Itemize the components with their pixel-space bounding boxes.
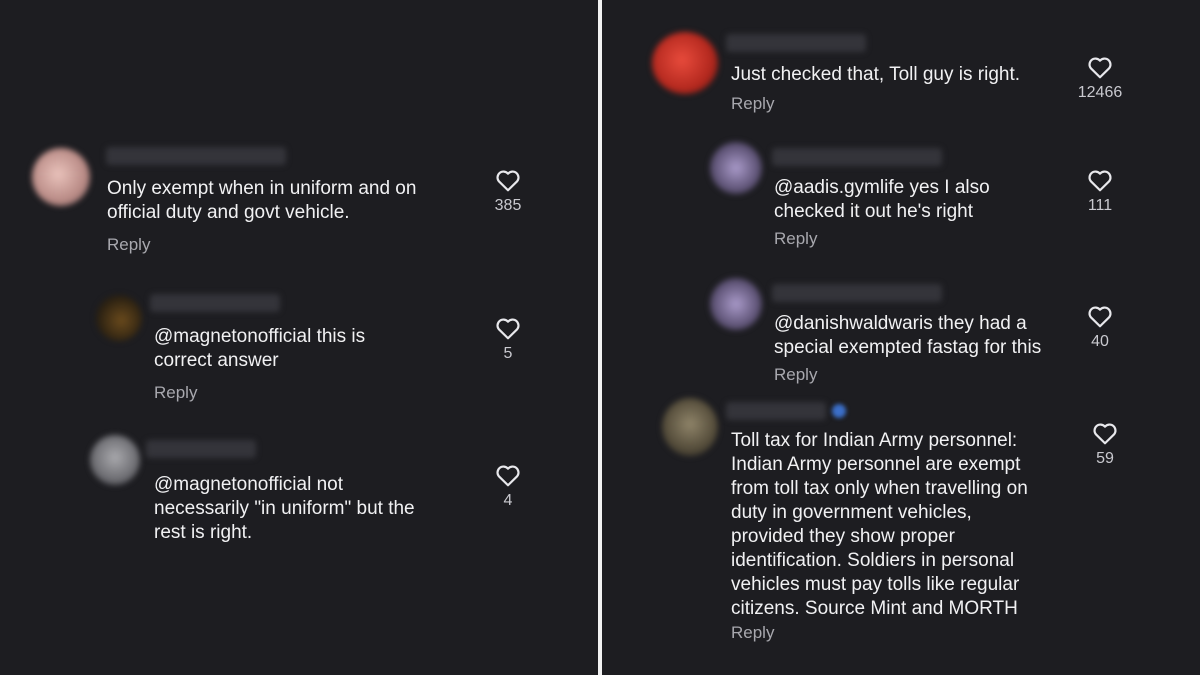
- avatar[interactable]: [90, 435, 140, 485]
- verified-badge-icon: [832, 404, 846, 418]
- reply-button[interactable]: Reply: [731, 623, 774, 643]
- like-count: 40: [1091, 333, 1109, 350]
- comment-text: Only exempt when in uniform and on offic…: [107, 178, 417, 223]
- like-count: 4: [503, 492, 513, 509]
- avatar[interactable]: [96, 295, 142, 341]
- avatar[interactable]: [710, 142, 762, 194]
- reply-button[interactable]: Reply: [107, 235, 150, 255]
- heart-outline-icon: [496, 465, 520, 487]
- right-screenshot-panel: Just checked that, Toll guy is right. Re…: [602, 0, 1200, 675]
- username-blurred[interactable]: [726, 402, 826, 420]
- like-button[interactable]: 111: [1070, 168, 1130, 216]
- username-blurred[interactable]: [772, 148, 942, 166]
- like-count: 59: [1096, 450, 1114, 467]
- heart-outline-icon: [1088, 170, 1112, 192]
- comment-text: @magnetonofficial not necessarily "in un…: [154, 474, 415, 543]
- reply-button[interactable]: Reply: [154, 383, 197, 403]
- username-blurred[interactable]: [772, 284, 942, 302]
- username-blurred[interactable]: [146, 440, 256, 458]
- like-button[interactable]: 12466: [1070, 55, 1130, 103]
- like-button[interactable]: 4: [478, 463, 538, 511]
- like-button[interactable]: 59: [1075, 421, 1135, 469]
- avatar[interactable]: [710, 278, 762, 330]
- left-screenshot-panel: Only exempt when in uniform and on offic…: [0, 0, 598, 675]
- like-count: 12466: [1077, 84, 1123, 101]
- username-blurred[interactable]: [726, 34, 866, 52]
- heart-outline-icon: [496, 318, 520, 340]
- like-button[interactable]: 5: [478, 316, 538, 364]
- like-button[interactable]: 40: [1070, 304, 1130, 352]
- comment-text: @magnetonofficial this is correct answer: [154, 326, 366, 371]
- like-count: 111: [1087, 197, 1113, 214]
- heart-outline-icon: [1093, 423, 1117, 445]
- like-count: 5: [503, 345, 513, 362]
- comment-text: @danishwaldwaris they had a special exem…: [774, 313, 1042, 358]
- like-count: 385: [494, 197, 522, 214]
- avatar[interactable]: [662, 398, 718, 456]
- heart-outline-icon: [496, 170, 520, 192]
- avatar[interactable]: [652, 32, 718, 94]
- username-blurred[interactable]: [106, 147, 286, 165]
- reply-button[interactable]: Reply: [731, 94, 774, 114]
- username-blurred[interactable]: [150, 294, 280, 312]
- reply-button[interactable]: Reply: [774, 229, 817, 249]
- avatar[interactable]: [32, 148, 90, 206]
- like-button[interactable]: 385: [478, 168, 538, 216]
- comment-text: Toll tax for Indian Army personnel: Indi…: [731, 430, 1028, 619]
- heart-outline-icon: [1088, 306, 1112, 328]
- reply-button[interactable]: Reply: [774, 365, 817, 385]
- heart-outline-icon: [1088, 57, 1112, 79]
- comment-text: Just checked that, Toll guy is right.: [731, 64, 1021, 85]
- comment-text: @aadis.gymlife yes I also checked it out…: [774, 177, 990, 222]
